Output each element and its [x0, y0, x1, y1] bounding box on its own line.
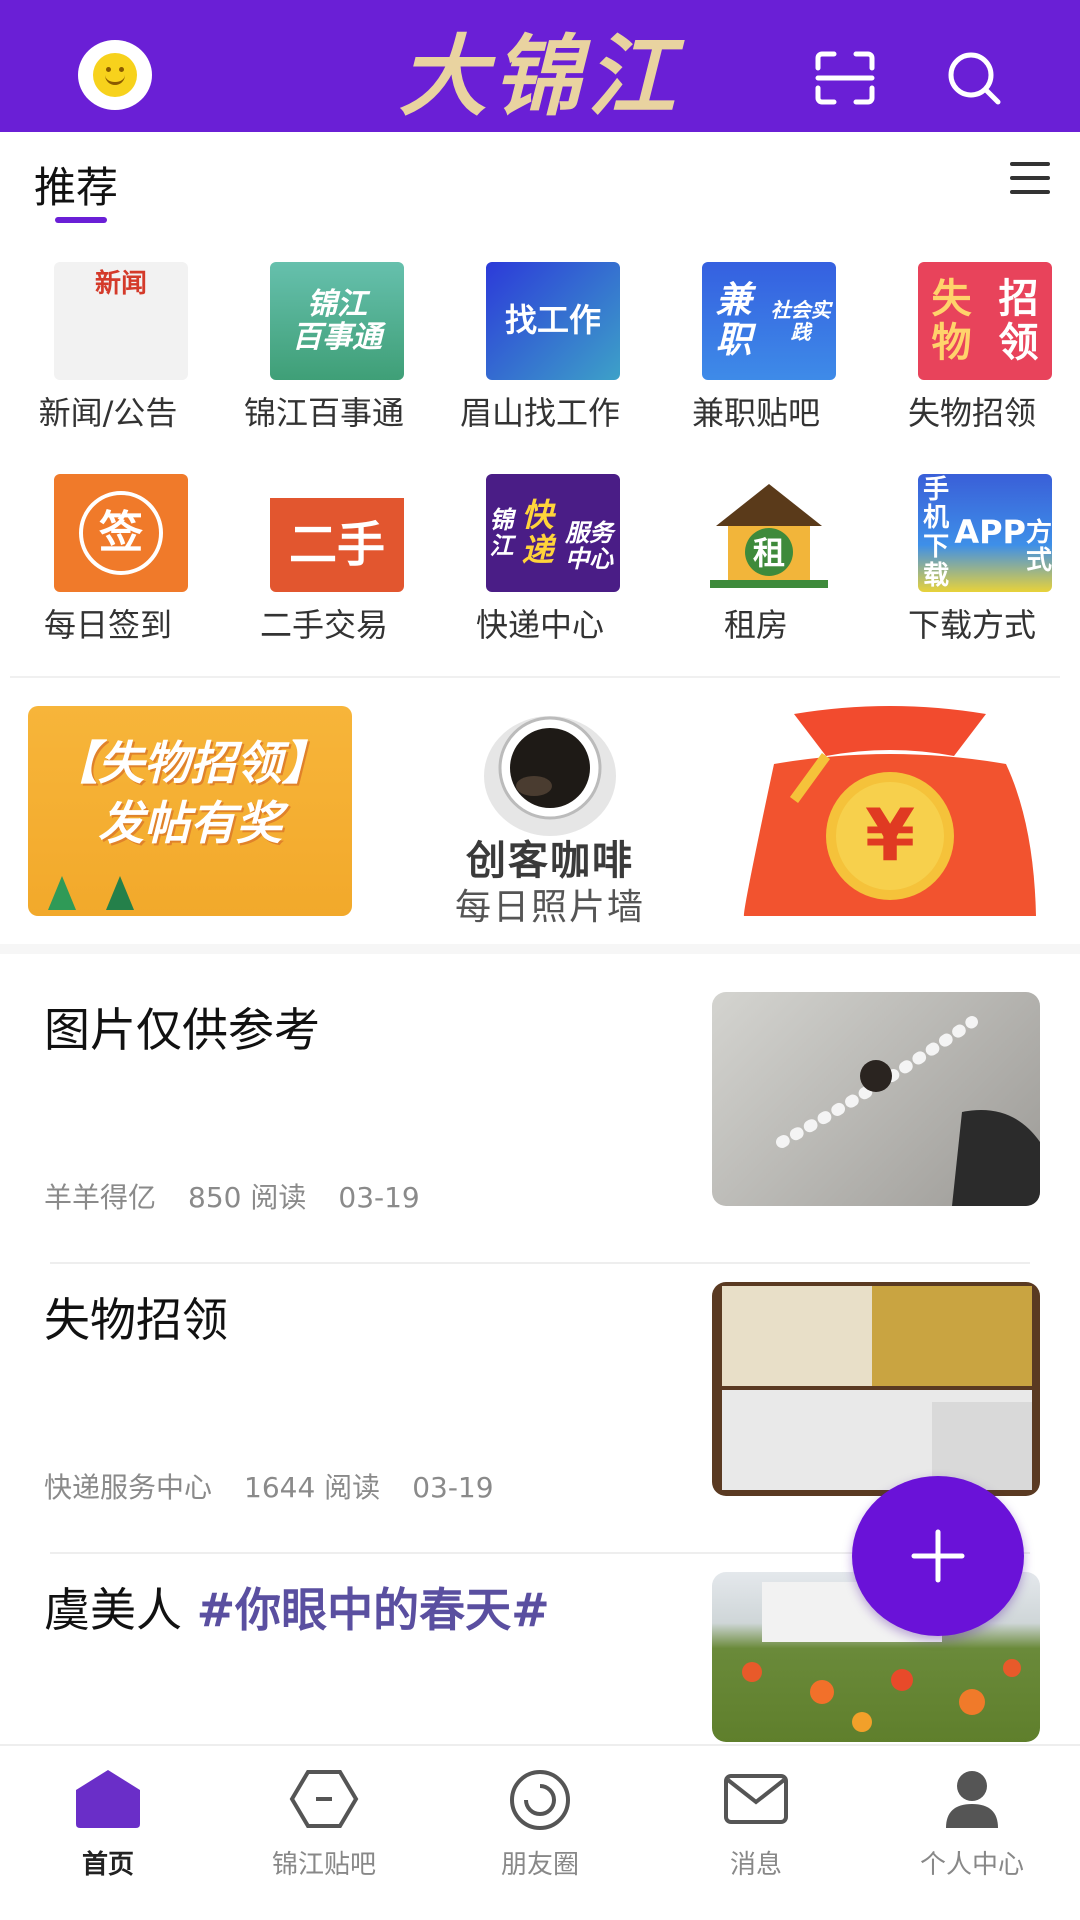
app-logo: 大锦江: [398, 23, 681, 128]
grid-item-part-time[interactable]: 兼职 社会实践 兼职贴吧: [648, 250, 864, 450]
second-hand-icon: 二手: [270, 474, 404, 592]
checkin-icon: 签: [54, 474, 188, 592]
nav-label: 个人中心: [919, 1850, 1024, 1880]
grid-item-label: 眉山找工作: [459, 394, 620, 432]
svg-text:租: 租: [753, 534, 785, 572]
feed-hashtag[interactable]: #你眼中的春天#: [197, 1583, 550, 1637]
find-job-icon: 找工作: [486, 262, 620, 380]
scan-icon[interactable]: [814, 50, 876, 106]
feed-thumbnail[interactable]: [712, 1282, 1040, 1496]
grid-item-label: 快递中心: [475, 606, 604, 644]
forum-icon: [289, 1770, 359, 1828]
grid-item-find-job[interactable]: 找工作 眉山找工作: [432, 250, 648, 450]
nav-label: 锦江贴吧: [271, 1850, 376, 1880]
user-avatar[interactable]: [78, 40, 152, 110]
lost-found-icon: 失物 招领: [918, 262, 1052, 380]
feed-author: 羊羊得亿: [44, 1181, 157, 1214]
feed-date: 03-19: [338, 1181, 420, 1214]
home-icon: [76, 1770, 140, 1828]
feed-meta: 羊羊得亿 850 阅读 03-19: [44, 1176, 452, 1216]
download-app-icon: 手机下载 APP 方式: [918, 474, 1052, 592]
grid-item-download[interactable]: 手机下载 APP 方式 下载方式: [864, 462, 1080, 662]
bottom-navigation: 首页 锦江贴吧 朋友圈 消息 个人中心: [0, 1744, 1080, 1920]
active-tab-indicator: [55, 217, 107, 223]
search-icon[interactable]: [944, 48, 1004, 108]
grid-item-news[interactable]: 新闻 新闻/公告: [0, 250, 216, 450]
lost-found-banner[interactable]: 【失物招领】 发帖有奖: [28, 706, 352, 916]
grid-item-rent[interactable]: 租 租房: [648, 462, 864, 662]
feed-divider: [50, 1262, 1030, 1264]
feed-date: 03-19: [412, 1471, 494, 1504]
grid-item-label: 锦江百事通: [243, 394, 404, 432]
nav-moments[interactable]: 朋友圈: [432, 1746, 648, 1920]
feed-item[interactable]: 图片仅供参考 羊羊得亿 850 阅读 03-19: [0, 992, 1080, 1284]
plus-icon: [911, 1529, 965, 1583]
feed-title: 虞美人 #你眼中的春天#: [44, 1583, 550, 1637]
feed-author: 快递服务中心: [44, 1471, 213, 1504]
news-icon: 新闻: [54, 262, 188, 380]
grid-item-label: 下载方式: [907, 606, 1036, 644]
create-post-button[interactable]: [852, 1476, 1024, 1636]
grid-item-label: 新闻/公告: [38, 394, 178, 432]
nav-forum[interactable]: 锦江贴吧: [216, 1746, 432, 1920]
feed-title: 图片仅供参考: [44, 1003, 320, 1057]
banner-line-1: 【失物招领】: [52, 736, 328, 790]
section-divider: [10, 676, 1060, 678]
nav-label: 首页: [81, 1850, 134, 1880]
tree-icon: [106, 876, 134, 910]
grid-item-label: 每日签到: [43, 606, 172, 644]
feed-reads: 1644 阅读: [244, 1471, 381, 1504]
grid-item-label: 二手交易: [259, 606, 388, 644]
menu-icon[interactable]: [1010, 162, 1050, 196]
house-icon: 租: [702, 474, 836, 592]
baishitong-icon: 锦江 百事通: [270, 262, 404, 380]
grid-item-label: 失物招领: [907, 394, 1036, 432]
express-icon: 锦江 快递 服务中心: [486, 474, 620, 592]
yuan-symbol: ¥: [865, 793, 915, 877]
category-tabbar: 推荐: [0, 132, 1080, 232]
feed-reads: 850 阅读: [188, 1181, 307, 1214]
mail-icon: [724, 1774, 788, 1824]
nav-profile[interactable]: 个人中心: [864, 1746, 1080, 1920]
app-header: 大锦江: [0, 0, 1080, 132]
part-time-icon: 兼职 社会实践: [702, 262, 836, 380]
grid-item-lost-found[interactable]: 失物 招领 失物招领: [864, 250, 1080, 450]
coffee-banner-subtitle: 每日照片墙: [454, 887, 645, 928]
grid-item-label: 租房: [723, 606, 788, 644]
user-icon: [946, 1771, 998, 1828]
grid-item-label: 兼职贴吧: [691, 394, 820, 432]
feed-meta: 快递服务中心 1644 阅读 03-19: [44, 1466, 526, 1506]
feed-thumbnail[interactable]: [712, 992, 1040, 1206]
banner-line-2: 发帖有奖: [98, 795, 282, 850]
nav-home[interactable]: 首页: [0, 1746, 216, 1920]
feed-title: 失物招领: [44, 1293, 228, 1347]
smiley-icon: [93, 53, 137, 97]
section-separator: [0, 944, 1080, 954]
money-bag-icon[interactable]: ¥: [734, 704, 1046, 918]
grid-item-express-center[interactable]: 锦江 快递 服务中心 快递中心: [432, 462, 648, 662]
tree-icon: [48, 876, 76, 910]
nav-label: 消息: [729, 1850, 782, 1880]
grid-item-jinjiang-baishitong[interactable]: 锦江 百事通 锦江百事通: [216, 250, 432, 450]
tab-recommended[interactable]: 推荐: [34, 154, 118, 215]
grid-item-daily-checkin[interactable]: 签 每日签到: [0, 462, 216, 662]
grid-item-second-hand[interactable]: 二手 二手交易: [216, 462, 432, 662]
nav-label: 朋友圈: [500, 1850, 579, 1880]
moments-icon: [510, 1770, 570, 1830]
nav-messages[interactable]: 消息: [648, 1746, 864, 1920]
